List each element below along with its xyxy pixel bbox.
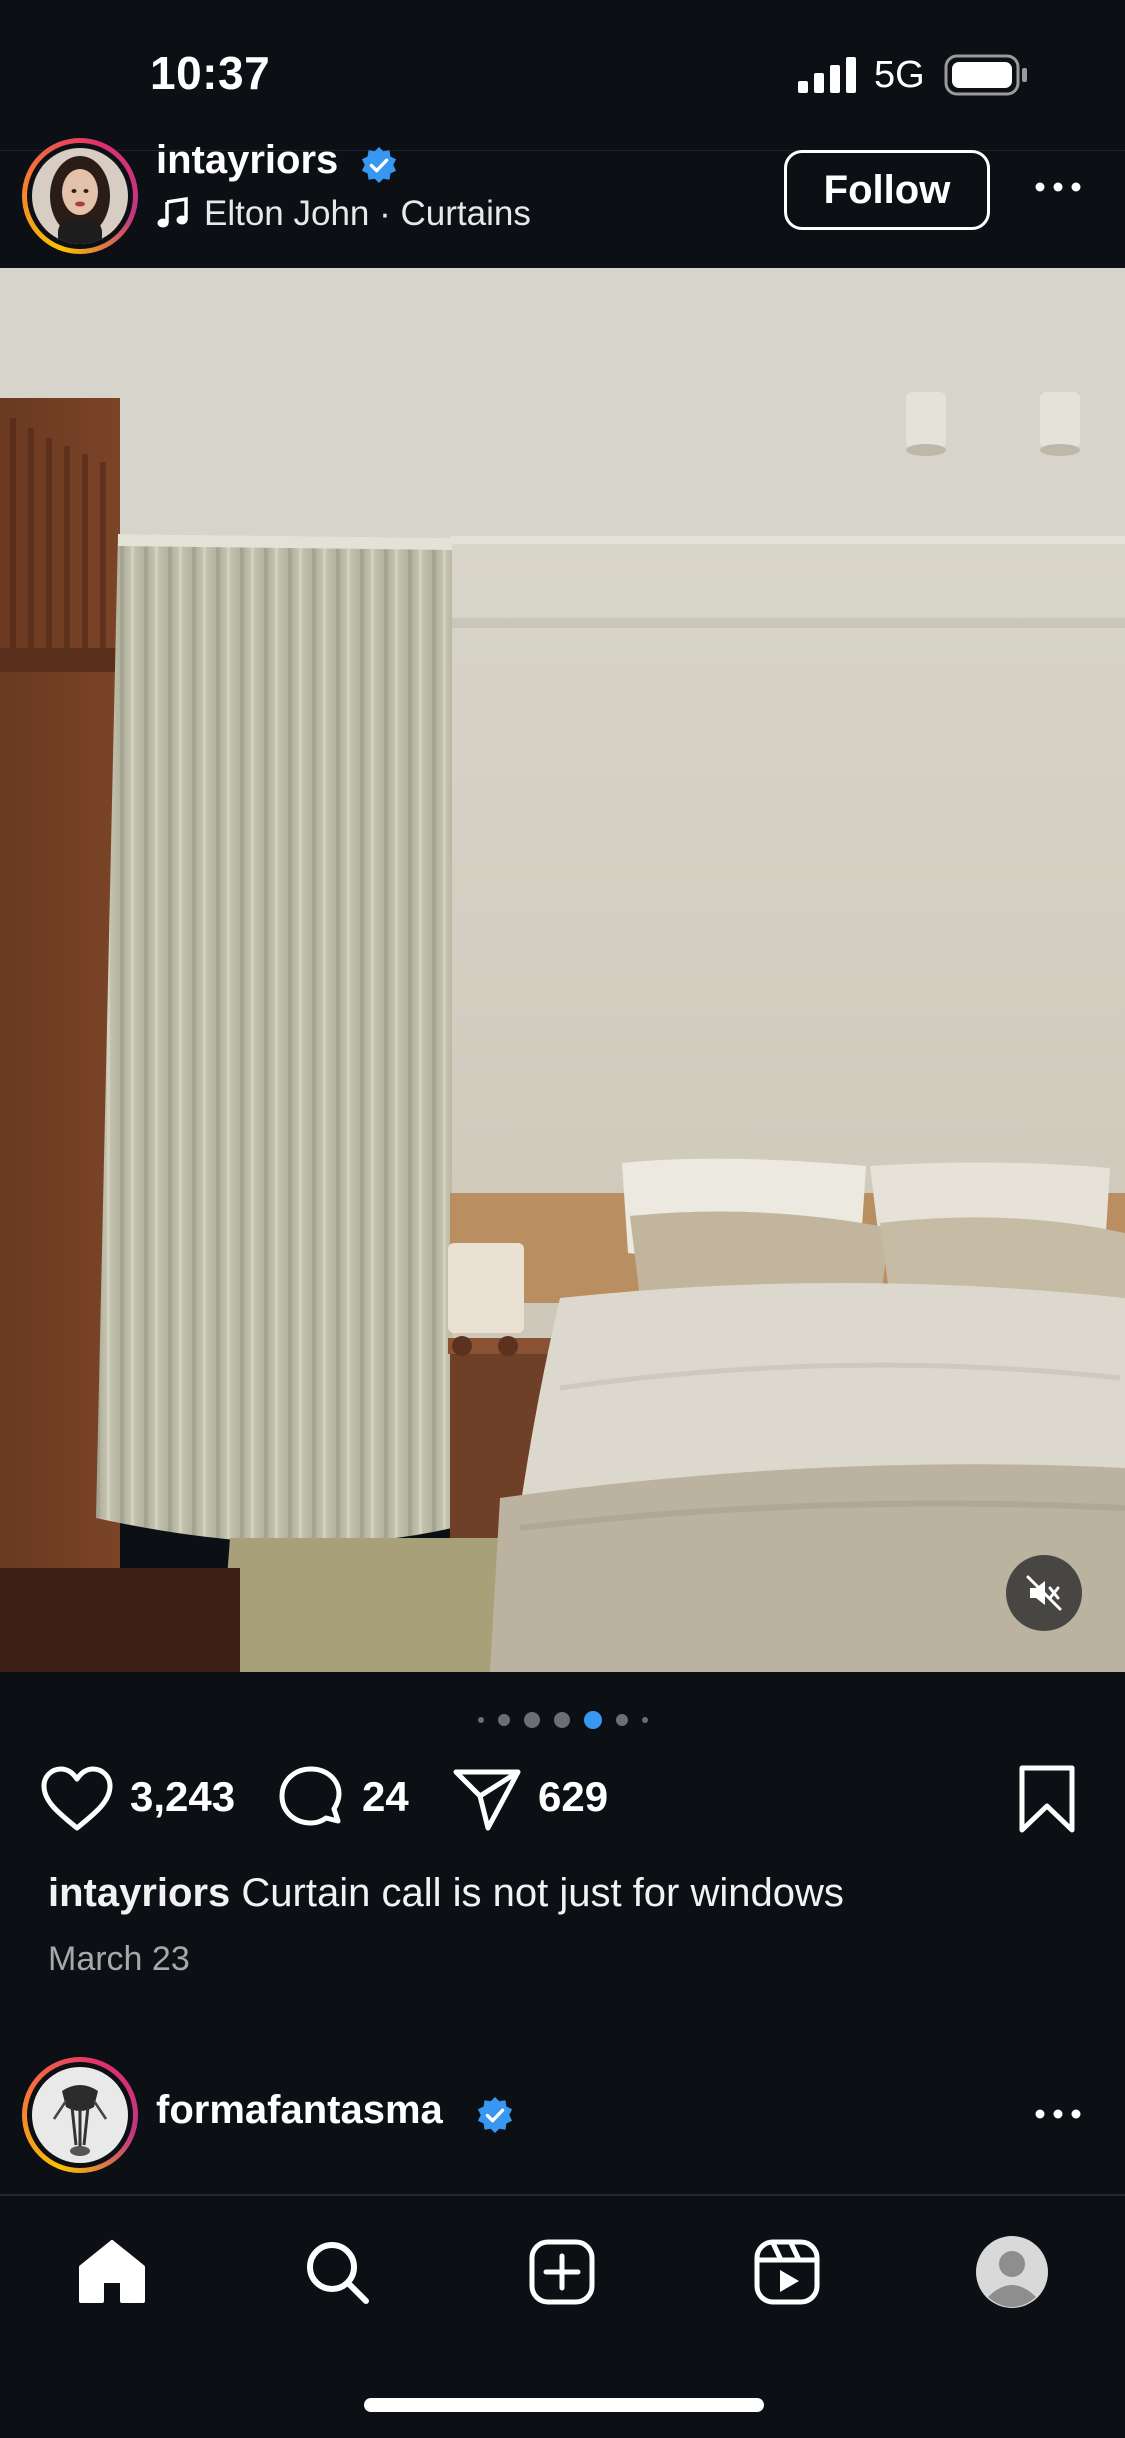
carousel-dot bbox=[553, 1712, 570, 1728]
post-date: March 23 bbox=[48, 1940, 190, 1978]
network-label: 5G bbox=[874, 54, 925, 96]
more-horizontal-icon[interactable] bbox=[1030, 170, 1086, 204]
profile-photo bbox=[32, 148, 128, 244]
next-post-avatar[interactable] bbox=[22, 2057, 138, 2173]
profile-photo bbox=[32, 2067, 128, 2163]
tab-create[interactable] bbox=[524, 2234, 600, 2310]
mute-toggle-button[interactable] bbox=[1006, 1555, 1082, 1631]
follow-button[interactable]: Follow bbox=[784, 150, 990, 230]
tab-home[interactable] bbox=[74, 2234, 150, 2310]
avatar[interactable] bbox=[22, 138, 138, 254]
next-post-username[interactable]: formafantasma bbox=[156, 2088, 443, 2133]
speaker-muted-icon bbox=[1026, 1575, 1062, 1611]
tab-profile[interactable] bbox=[974, 2234, 1050, 2310]
battery-icon bbox=[944, 54, 1027, 96]
tab-search[interactable] bbox=[299, 2234, 375, 2310]
carousel-indicator bbox=[0, 1708, 1125, 1732]
carousel-dot-active bbox=[583, 1711, 602, 1729]
tab-reels[interactable] bbox=[749, 2234, 825, 2310]
more-horizontal-icon[interactable] bbox=[1030, 2097, 1086, 2131]
comment-icon[interactable] bbox=[276, 1765, 346, 1835]
home-icon bbox=[79, 2240, 145, 2303]
status-time: 10:37 bbox=[150, 47, 271, 99]
home-indicator bbox=[364, 2398, 764, 2412]
carousel-dot bbox=[523, 1712, 540, 1728]
caption-text: Curtain call is not just for windows bbox=[230, 1871, 844, 1915]
heart-icon[interactable] bbox=[40, 1766, 114, 1832]
profile-icon bbox=[976, 2236, 1048, 2308]
share-icon[interactable] bbox=[452, 1766, 522, 1832]
comment-count[interactable]: 24 bbox=[362, 1773, 409, 1821]
audio-track-label[interactable]: Elton John · Curtains bbox=[204, 194, 531, 234]
post-caption: intayriors Curtain call is not just for … bbox=[48, 1871, 844, 1916]
post-image[interactable] bbox=[0, 268, 1125, 1672]
bookmark-icon[interactable] bbox=[1016, 1764, 1078, 1834]
verified-badge-icon bbox=[361, 146, 397, 184]
caption-username[interactable]: intayriors bbox=[48, 1871, 230, 1915]
carousel-dot bbox=[497, 1714, 510, 1726]
create-icon bbox=[529, 2239, 595, 2305]
carousel-dot bbox=[641, 1717, 648, 1723]
music-note-icon bbox=[157, 196, 188, 228]
reels-icon bbox=[754, 2239, 820, 2305]
carousel-dot bbox=[477, 1717, 484, 1723]
search-icon bbox=[307, 2242, 369, 2304]
post-username[interactable]: intayriors bbox=[156, 138, 338, 183]
like-count[interactable]: 3,243 bbox=[130, 1773, 235, 1821]
carousel-dot bbox=[615, 1714, 628, 1726]
share-count[interactable]: 629 bbox=[538, 1773, 608, 1821]
signal-bars-icon bbox=[798, 57, 856, 93]
verified-badge-icon bbox=[477, 2096, 513, 2134]
